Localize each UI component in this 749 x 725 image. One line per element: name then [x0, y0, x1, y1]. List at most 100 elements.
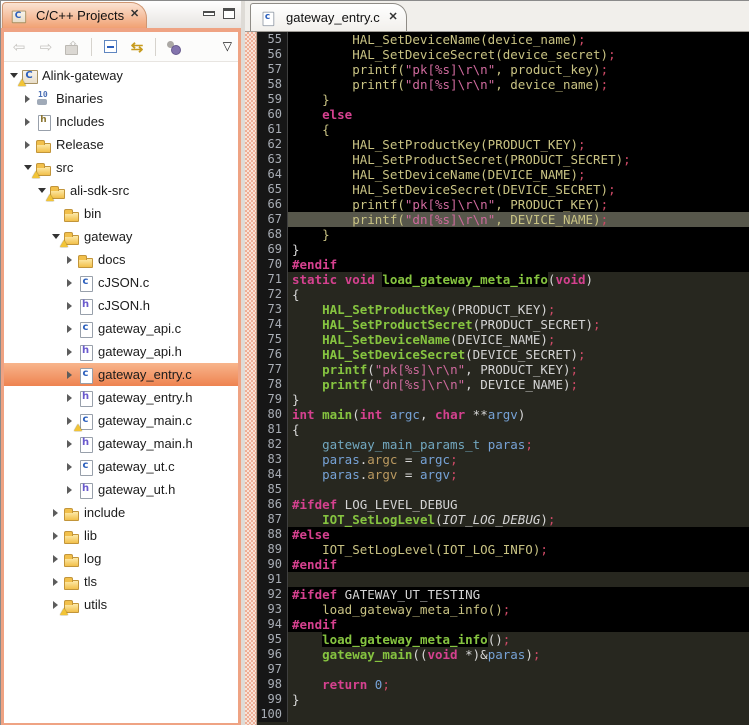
line-number[interactable]: 62: [258, 137, 288, 152]
code-line[interactable]: gateway_main_params_t paras;: [288, 437, 749, 452]
code-line[interactable]: [288, 707, 749, 722]
code-line[interactable]: HAL_SetProductKey(PRODUCT_KEY);: [288, 302, 749, 317]
line-number[interactable]: 94: [258, 617, 288, 632]
current-line-code[interactable]: printf("dn[%s]\r\n", DEVICE_NAME);: [288, 212, 749, 228]
line-number[interactable]: 87: [258, 512, 288, 527]
line-number[interactable]: 89: [258, 542, 288, 557]
tree-item-src[interactable]: src: [4, 156, 238, 179]
code-line[interactable]: gateway_main((void *)&paras);: [288, 647, 749, 662]
code-line[interactable]: printf("pk[%s]\r\n", PRODUCT_KEY);: [288, 197, 749, 213]
line-number[interactable]: 92: [258, 587, 288, 602]
line-number[interactable]: 61: [258, 122, 288, 137]
code-line[interactable]: {: [288, 287, 749, 302]
expand-arrow-icon[interactable]: [64, 301, 75, 311]
line-number[interactable]: 63: [258, 152, 288, 167]
line-number[interactable]: 57: [258, 62, 288, 77]
code-line[interactable]: HAL_SetDeviceName(DEVICE_NAME);: [288, 167, 749, 182]
code-line[interactable]: HAL_SetDeviceSecret(DEVICE_SECRET);: [288, 347, 749, 362]
line-number[interactable]: 68: [258, 227, 288, 242]
expand-arrow-icon[interactable]: [64, 255, 75, 265]
code-line[interactable]: HAL_SetDeviceSecret(DEVICE_SECRET);: [288, 182, 749, 197]
code-line[interactable]: static void load_gateway_meta_info(void): [288, 272, 749, 287]
line-number[interactable]: 77: [258, 362, 288, 377]
line-number[interactable]: 70: [258, 257, 288, 272]
expand-arrow-icon[interactable]: [22, 140, 33, 150]
expand-arrow-icon[interactable]: [50, 577, 61, 587]
collapse-all-icon[interactable]: [101, 38, 119, 56]
line-number[interactable]: 82: [258, 437, 288, 452]
expand-arrow-icon[interactable]: [50, 554, 61, 564]
expand-arrow-icon[interactable]: [50, 531, 61, 541]
code-line[interactable]: #endif: [288, 257, 749, 272]
tree-item-gateway[interactable]: gateway: [4, 225, 238, 248]
line-number[interactable]: 59: [258, 92, 288, 107]
tree-item-gateway-main-h[interactable]: gateway_main.h: [4, 432, 238, 455]
tree-item-tls[interactable]: tls: [4, 570, 238, 593]
code-line[interactable]: #endif: [288, 557, 749, 572]
tree-item-gateway-entry-h[interactable]: gateway_entry.h: [4, 386, 238, 409]
quickdiff-ruler[interactable]: [245, 32, 257, 725]
tree-item-gateway-ut-h[interactable]: gateway_ut.h: [4, 478, 238, 501]
code-line[interactable]: IOT_SetLogLevel(IOT_LOG_INFO);: [288, 542, 749, 557]
line-number[interactable]: 95: [258, 632, 288, 647]
line-number[interactable]: 98: [258, 677, 288, 692]
code-line[interactable]: HAL_SetDeviceSecret(device_secret);: [288, 47, 749, 62]
expand-arrow-icon[interactable]: [64, 324, 75, 334]
line-number[interactable]: 64: [258, 167, 288, 182]
line-number[interactable]: 55: [258, 32, 288, 47]
line-number[interactable]: 60: [258, 107, 288, 122]
line-number[interactable]: 56: [258, 47, 288, 62]
line-number[interactable]: 65: [258, 182, 288, 197]
expand-arrow-icon[interactable]: [64, 370, 75, 380]
tree-item-utils[interactable]: utils: [4, 593, 238, 616]
line-number[interactable]: 73: [258, 302, 288, 317]
line-number[interactable]: 99: [258, 692, 288, 707]
code-line[interactable]: #ifdef LOG_LEVEL_DEBUG: [288, 497, 749, 512]
code-line[interactable]: }: [288, 92, 749, 107]
line-number[interactable]: 67: [258, 212, 288, 227]
line-number[interactable]: 97: [258, 662, 288, 677]
tree-item-gateway-ut-c[interactable]: gateway_ut.c: [4, 455, 238, 478]
line-number[interactable]: 66: [258, 197, 288, 212]
tab-cpp-projects[interactable]: C/C++ Projects ✕: [2, 2, 148, 28]
minimize-view-button[interactable]: [203, 11, 215, 16]
expand-arrow-icon[interactable]: [64, 485, 75, 495]
code-line[interactable]: int main(int argc, char **argv): [288, 407, 749, 422]
code-line[interactable]: printf("dn[%s]\r\n", DEVICE_NAME);: [288, 377, 749, 393]
tree-item-gateway-entry-c[interactable]: gateway_entry.c: [4, 363, 238, 386]
tree-item-alink-gateway[interactable]: Alink-gateway: [4, 64, 238, 87]
expand-arrow-icon[interactable]: [64, 393, 75, 403]
code-line[interactable]: }: [288, 242, 749, 257]
code-line[interactable]: }: [288, 392, 749, 407]
code-line[interactable]: HAL_SetProductSecret(PRODUCT_SECRET);: [288, 152, 749, 167]
line-number[interactable]: 81: [258, 422, 288, 437]
code-line[interactable]: return 0;: [288, 677, 749, 692]
line-number[interactable]: 72: [258, 287, 288, 302]
code-line[interactable]: paras.argv = argv;: [288, 467, 749, 482]
code-line[interactable]: HAL_SetDeviceName(device_name);: [288, 32, 749, 47]
close-editor-tab-icon[interactable]: ✕: [388, 12, 397, 23]
code-line[interactable]: load_gateway_meta_info();: [288, 602, 749, 617]
code-line[interactable]: IOT_SetLogLevel(IOT_LOG_DEBUG);: [288, 512, 749, 527]
tree-item-ali-sdk-src[interactable]: ali-sdk-src: [4, 179, 238, 202]
line-number[interactable]: 100: [258, 707, 288, 722]
code-line[interactable]: }: [288, 692, 749, 707]
link-with-editor-icon[interactable]: ⇆: [128, 38, 146, 56]
tree-item-docs[interactable]: docs: [4, 248, 238, 271]
up-arrow-icon[interactable]: ⇧: [64, 38, 82, 56]
expand-arrow-icon[interactable]: [22, 94, 33, 104]
code-line[interactable]: printf("pk[%s]\r\n", PRODUCT_KEY);: [288, 362, 749, 378]
code-line[interactable]: #endif: [288, 617, 749, 632]
tree-item-include[interactable]: include: [4, 501, 238, 524]
code-line[interactable]: printf("dn[%s]\r\n", device_name);: [288, 77, 749, 93]
line-number[interactable]: 71: [258, 272, 288, 287]
tree-item-includes[interactable]: Includes: [4, 110, 238, 133]
expand-arrow-icon[interactable]: [64, 278, 75, 288]
code-line[interactable]: [288, 482, 749, 497]
code-line[interactable]: HAL_SetProductKey(PRODUCT_KEY);: [288, 137, 749, 152]
line-number[interactable]: 90: [258, 557, 288, 572]
tree-item-binaries[interactable]: Binaries: [4, 87, 238, 110]
forward-arrow-icon[interactable]: ⇨: [37, 38, 55, 56]
line-number[interactable]: 69: [258, 242, 288, 257]
line-number[interactable]: 96: [258, 647, 288, 662]
